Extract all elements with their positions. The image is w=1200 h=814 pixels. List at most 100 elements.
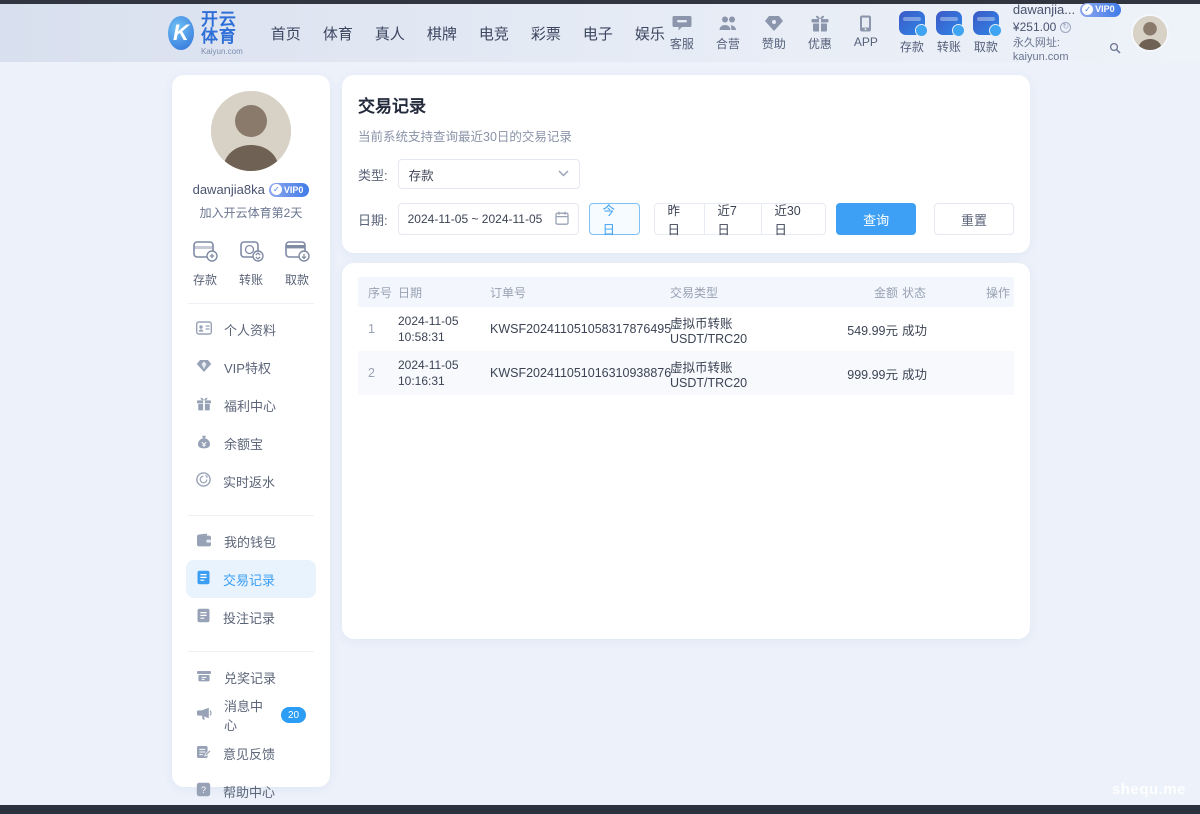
type-label: 类型: — [358, 165, 388, 184]
help-icon: ? — [196, 782, 211, 800]
chevron-down-icon — [558, 169, 569, 180]
profile-sidebar: dawanjia8ka ✓ VIP0 加入开云体育第2天 存款 转账 取款 — [172, 75, 330, 787]
main-content: 交易记录 当前系统支持查询最近30日的交易记录 类型: 存款 日期: 2024-… — [342, 75, 1030, 639]
partnership-button[interactable]: 合营 — [711, 15, 745, 52]
page-title: 交易记录 — [358, 92, 1014, 117]
svg-text:?: ? — [201, 785, 206, 795]
cell-index: 1 — [358, 322, 394, 336]
table-row: 2 2024-11-05 10:16:31 KWSF20241105101631… — [358, 351, 1014, 395]
withdraw-card-icon — [973, 11, 999, 35]
joined-days-text: 加入开云体育第2天 — [186, 204, 316, 221]
col-order-no: 订单号 — [490, 284, 666, 301]
gem-icon — [196, 359, 212, 376]
menu-label: 兑奖记录 — [224, 668, 276, 687]
nav-lottery[interactable]: 彩票 — [531, 23, 561, 44]
cell-amount: 999.99元 — [806, 364, 898, 383]
top-nav: 首页 体育 真人 棋牌 电竞 彩票 电子 娱乐 — [271, 23, 665, 44]
sidebar-item-bet-records[interactable]: 投注记录 — [186, 598, 316, 636]
table-body: 1 2024-11-05 10:58:31 KWSF20241105105831… — [358, 307, 1014, 395]
cell-order-no: KWSF202411051016310938876 — [490, 366, 666, 380]
menu-label: 余额宝 — [224, 434, 263, 453]
sidebar-item-transaction-records[interactable]: 交易记录 — [186, 560, 316, 598]
sidebar-transfer-button[interactable]: 转账 — [238, 239, 264, 288]
permanent-url: 永久网址: kaiyun.com — [1013, 37, 1107, 65]
page-subtitle: 当前系统支持查询最近30日的交易记录 — [358, 126, 1014, 145]
filters-card: 交易记录 当前系统支持查询最近30日的交易记录 类型: 存款 日期: 2024-… — [342, 75, 1030, 253]
sidebar-menu-group-account: 个人资料 VIP特权 福利中心 余额宝 实时返水 — [186, 310, 316, 500]
nav-esports[interactable]: 电竞 — [479, 23, 509, 44]
megaphone-icon — [196, 707, 212, 724]
nav-slots[interactable]: 电子 — [583, 23, 613, 44]
withdraw-button[interactable]: 取款 — [973, 11, 999, 55]
nav-chess[interactable]: 棋牌 — [427, 23, 457, 44]
cell-amount: 549.99元 — [806, 320, 898, 339]
brand-name: 开云体育 — [201, 11, 253, 45]
vip-shield-icon: ✓ — [1082, 4, 1093, 15]
brand-logo[interactable]: K 开云体育 Kaiyun.com — [168, 11, 253, 56]
nav-home[interactable]: 首页 — [271, 23, 301, 44]
app-download-button[interactable]: APP — [849, 15, 883, 52]
transfer-outline-icon — [238, 239, 264, 266]
deposit-card-icon — [899, 11, 925, 35]
profile-avatar[interactable] — [211, 91, 291, 171]
quick-action-label: 转账 — [239, 271, 263, 288]
site-header: K 开云体育 Kaiyun.com 首页 体育 真人 棋牌 电竞 彩票 电子 娱… — [0, 4, 1200, 62]
user-avatar[interactable] — [1131, 14, 1169, 52]
table-row: 1 2024-11-05 10:58:31 KWSF20241105105831… — [358, 307, 1014, 351]
nav-live[interactable]: 真人 — [375, 23, 405, 44]
cell-type: 虚拟币转账USDT/TRC20 — [670, 313, 802, 346]
col-amount: 金额 — [806, 284, 898, 301]
records-table-card: 序号 日期 订单号 交易类型 金额 状态 操作 1 2024-11-05 10:… — [342, 263, 1030, 639]
query-button[interactable]: 查询 — [836, 203, 916, 235]
date-label: 日期: — [358, 210, 388, 229]
range-today-button[interactable]: 今日 — [589, 203, 640, 235]
transfer-button[interactable]: 转账 — [936, 11, 962, 55]
menu-label: 我的钱包 — [224, 532, 276, 551]
sidebar-item-vip[interactable]: VIP特权 — [186, 348, 316, 386]
bet-doc-icon — [196, 608, 211, 626]
date-range-input[interactable]: 2024-11-05 ~ 2024-11-05 — [398, 203, 580, 235]
withdraw-outline-icon — [284, 239, 310, 266]
tool-label: 客服 — [670, 35, 694, 52]
nav-sports[interactable]: 体育 — [323, 23, 353, 44]
sidebar-menu-group-misc: 兑奖记录 消息中心 20 意见反馈 ? 帮助中心 — [186, 658, 316, 810]
header-tools: 客服 合营 赞助 优惠 APP — [665, 15, 883, 52]
username-short: dawanjia... — [1013, 2, 1075, 18]
sidebar-item-message-center[interactable]: 消息中心 20 — [186, 696, 316, 734]
transaction-doc-icon — [196, 570, 211, 588]
col-type: 交易类型 — [670, 284, 802, 301]
type-select[interactable]: 存款 — [398, 159, 580, 189]
sponsor-button[interactable]: 赞助 — [757, 15, 791, 52]
range-yesterday-button[interactable]: 昨日 — [654, 203, 705, 235]
date-filter-row: 日期: 2024-11-05 ~ 2024-11-05 今日 昨日 近7日 近3… — [358, 203, 1014, 235]
sidebar-withdraw-button[interactable]: 取款 — [284, 239, 310, 288]
diamond-icon — [764, 15, 784, 32]
sidebar-item-my-wallet[interactable]: 我的钱包 — [186, 522, 316, 560]
sidebar-item-prize-records[interactable]: 兑奖记录 — [186, 658, 316, 696]
cell-index: 2 — [358, 366, 394, 380]
sidebar-deposit-button[interactable]: 存款 — [192, 239, 218, 288]
sidebar-item-yuebao[interactable]: 余额宝 — [186, 424, 316, 462]
search-icon[interactable] — [1109, 42, 1121, 59]
sidebar-item-profile[interactable]: 个人资料 — [186, 310, 316, 348]
menu-label: 帮助中心 — [223, 782, 275, 801]
sidebar-item-feedback[interactable]: 意见反馈 — [186, 734, 316, 772]
menu-label: 交易记录 — [223, 570, 275, 589]
range-30days-button[interactable]: 近30日 — [762, 203, 826, 235]
sidebar-item-welfare[interactable]: 福利中心 — [186, 386, 316, 424]
nav-entertainment[interactable]: 娱乐 — [635, 23, 665, 44]
quick-action-label: 存款 — [193, 271, 217, 288]
phone-icon — [859, 15, 872, 32]
refresh-balance-icon[interactable]: ↻ — [1060, 22, 1071, 33]
sidebar-item-rebate[interactable]: 实时返水 — [186, 462, 316, 500]
people-icon — [718, 15, 738, 32]
promotions-button[interactable]: 优惠 — [803, 15, 837, 52]
range-7days-button[interactable]: 近7日 — [705, 203, 762, 235]
sidebar-divider — [188, 651, 314, 652]
prize-icon — [196, 669, 212, 685]
transactions-table: 序号 日期 订单号 交易类型 金额 状态 操作 1 2024-11-05 10:… — [358, 277, 1014, 395]
reset-button[interactable]: 重置 — [934, 203, 1014, 235]
customer-service-button[interactable]: 客服 — [665, 15, 699, 52]
cell-date: 2024-11-05 10:16:31 — [398, 357, 486, 389]
deposit-button[interactable]: 存款 — [899, 11, 925, 55]
